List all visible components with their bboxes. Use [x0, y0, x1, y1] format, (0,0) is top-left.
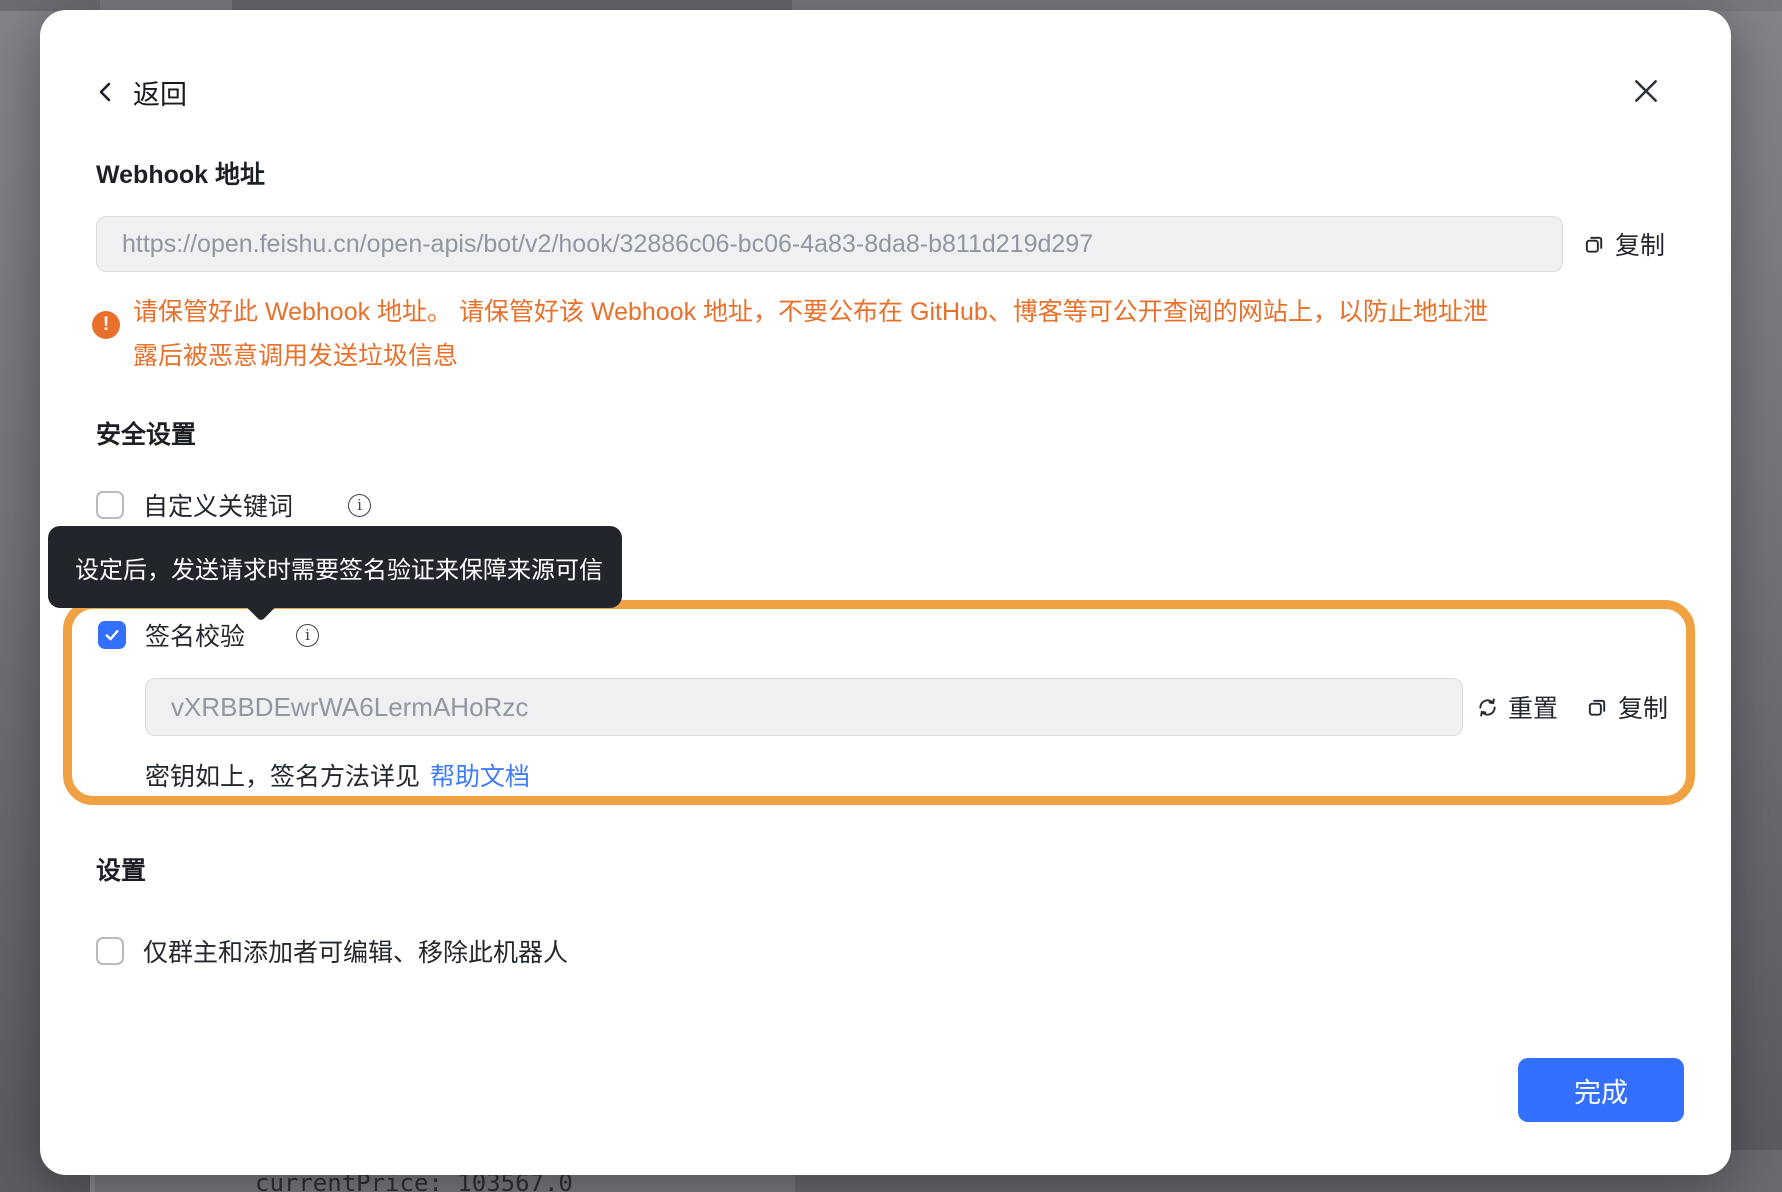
webhook-warning: ! 请保管好此 Webhook 地址。 请保管好该 Webhook 地址，不要公… — [92, 290, 1512, 378]
webhook-settings-dialog: 返回 Webhook 地址 复制 ! 请保管好此 Webhook 地址。 请保管… — [40, 10, 1731, 1175]
reset-key-button[interactable]: 重置 — [1476, 689, 1558, 725]
copy-key-button[interactable]: 复制 — [1586, 689, 1668, 725]
copy-icon — [1586, 696, 1609, 719]
back-button[interactable]: 返回 — [94, 74, 187, 110]
webhook-url-input[interactable] — [96, 216, 1563, 272]
signature-key-input[interactable] — [145, 678, 1463, 736]
copy-icon — [1583, 233, 1606, 256]
warning-icon: ! — [92, 311, 120, 339]
chevron-left-icon — [94, 80, 118, 104]
signature-tooltip: 设定后，发送请求时需要签名验证来保障来源可信 — [48, 526, 622, 608]
signature-label: 签名校验 — [145, 617, 245, 653]
owner-only-label: 仅群主和添加者可编辑、移除此机器人 — [143, 933, 568, 969]
done-label: 完成 — [1574, 1071, 1628, 1110]
help-doc-link[interactable]: 帮助文档 — [430, 763, 530, 791]
info-icon[interactable]: i — [348, 494, 371, 517]
custom-keyword-row: 自定义关键词 i — [96, 490, 371, 520]
owner-only-row: 仅群主和添加者可编辑、移除此机器人 — [96, 936, 568, 966]
reset-icon — [1476, 696, 1499, 719]
signature-hint: 密钥如上，签名方法详见帮助文档 — [145, 757, 530, 793]
signature-row: 签名校验 i — [98, 620, 319, 650]
custom-keyword-label: 自定义关键词 — [143, 487, 293, 523]
signature-highlight-box: 签名校验 i 重置 — [63, 600, 1695, 805]
custom-keyword-checkbox[interactable] — [96, 491, 124, 519]
webhook-warning-text: 请保管好此 Webhook 地址。 请保管好该 Webhook 地址，不要公布在… — [133, 290, 1497, 378]
copy-webhook-label: 复制 — [1615, 226, 1665, 262]
copy-key-label: 复制 — [1618, 689, 1668, 725]
copy-webhook-button[interactable]: 复制 — [1583, 226, 1665, 262]
signature-hint-text: 密钥如上，签名方法详见 — [145, 763, 420, 791]
info-icon[interactable]: i — [296, 624, 319, 647]
close-icon — [1629, 74, 1663, 108]
close-button[interactable] — [1625, 70, 1667, 112]
done-button[interactable]: 完成 — [1518, 1058, 1684, 1122]
settings-section-title: 设置 — [96, 856, 146, 886]
back-label: 返回 — [133, 73, 187, 112]
signature-tooltip-text: 设定后，发送请求时需要签名验证来保障来源可信 — [75, 550, 603, 585]
reset-key-label: 重置 — [1508, 689, 1558, 725]
security-section-title: 安全设置 — [96, 420, 196, 450]
webhook-url-label: Webhook 地址 — [96, 160, 265, 190]
signature-checkbox[interactable] — [98, 621, 126, 649]
owner-only-checkbox[interactable] — [96, 937, 124, 965]
